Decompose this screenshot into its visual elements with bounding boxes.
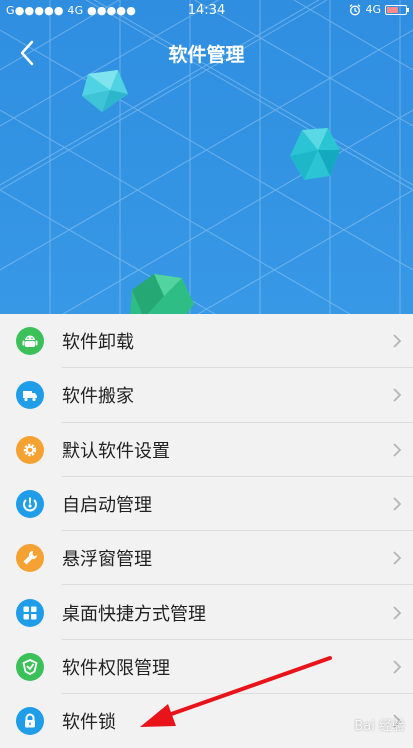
network-type: 4G [365,3,381,16]
chevron-right-icon [393,551,402,565]
alarm-icon [350,3,361,15]
battery-icon [385,4,409,15]
chevron-right-icon [393,388,402,403]
lock-icon [16,707,44,736]
wrench-icon [16,544,44,573]
decorative-gem-right [290,128,340,180]
menu-item[interactable]: 软件卸载 [0,314,413,369]
menu-item-label: 软件锁 [62,712,116,734]
menu-item-label: 自启动管理 [62,495,152,517]
menu-item-label: 悬浮窗管理 [62,549,152,571]
menu-item-label: 软件搬家 [62,386,134,408]
grid-icon [16,598,44,627]
menu-item[interactable]: 软件权限管理 [0,640,413,695]
android-icon [16,327,44,356]
power-icon [16,490,44,519]
decorative-gem-green [130,274,194,314]
chevron-right-icon [393,497,402,511]
menu-item-label: 软件卸载 [62,332,134,354]
status-right: 4G [349,3,409,16]
menu-item[interactable]: 悬浮窗管理 [0,531,413,586]
menu-item[interactable]: 软件锁 [0,694,413,748]
menu-item[interactable]: 自启动管理 [0,477,413,532]
menu-item-label: 桌面快捷方式管理 [62,603,206,625]
menu-item[interactable]: 桌面快捷方式管理 [0,585,413,641]
status-bar: G●●●●● 4G ●●●●● 14:34 4G [0,0,413,22]
chevron-right-icon [393,660,402,674]
truck-icon [16,381,44,410]
menu-item-label: 默认软件设置 [62,440,170,462]
header-banner: G●●●●● 4G ●●●●● 14:34 4G 软件管理 [0,0,413,314]
menu-list: 软件卸载软件搬家默认软件设置 自启动管理悬浮窗管理桌面快捷方式管理 软件权限管理 软件… [0,314,413,748]
chevron-right-icon [393,443,402,457]
menu-item[interactable]: 默认软件设置 [0,423,413,478]
menu-item-label: 软件权限管理 [62,657,170,679]
menu-item[interactable]: 软件搬家 [0,368,413,423]
chevron-right-icon [393,605,402,620]
shield-icon [16,652,44,681]
gear-icon [16,435,44,464]
page-title: 软件管理 [168,44,245,66]
chevron-right-icon [393,334,402,348]
decorative-gem-small [82,70,128,112]
watermark-logo: Bai 经验 [354,719,405,734]
